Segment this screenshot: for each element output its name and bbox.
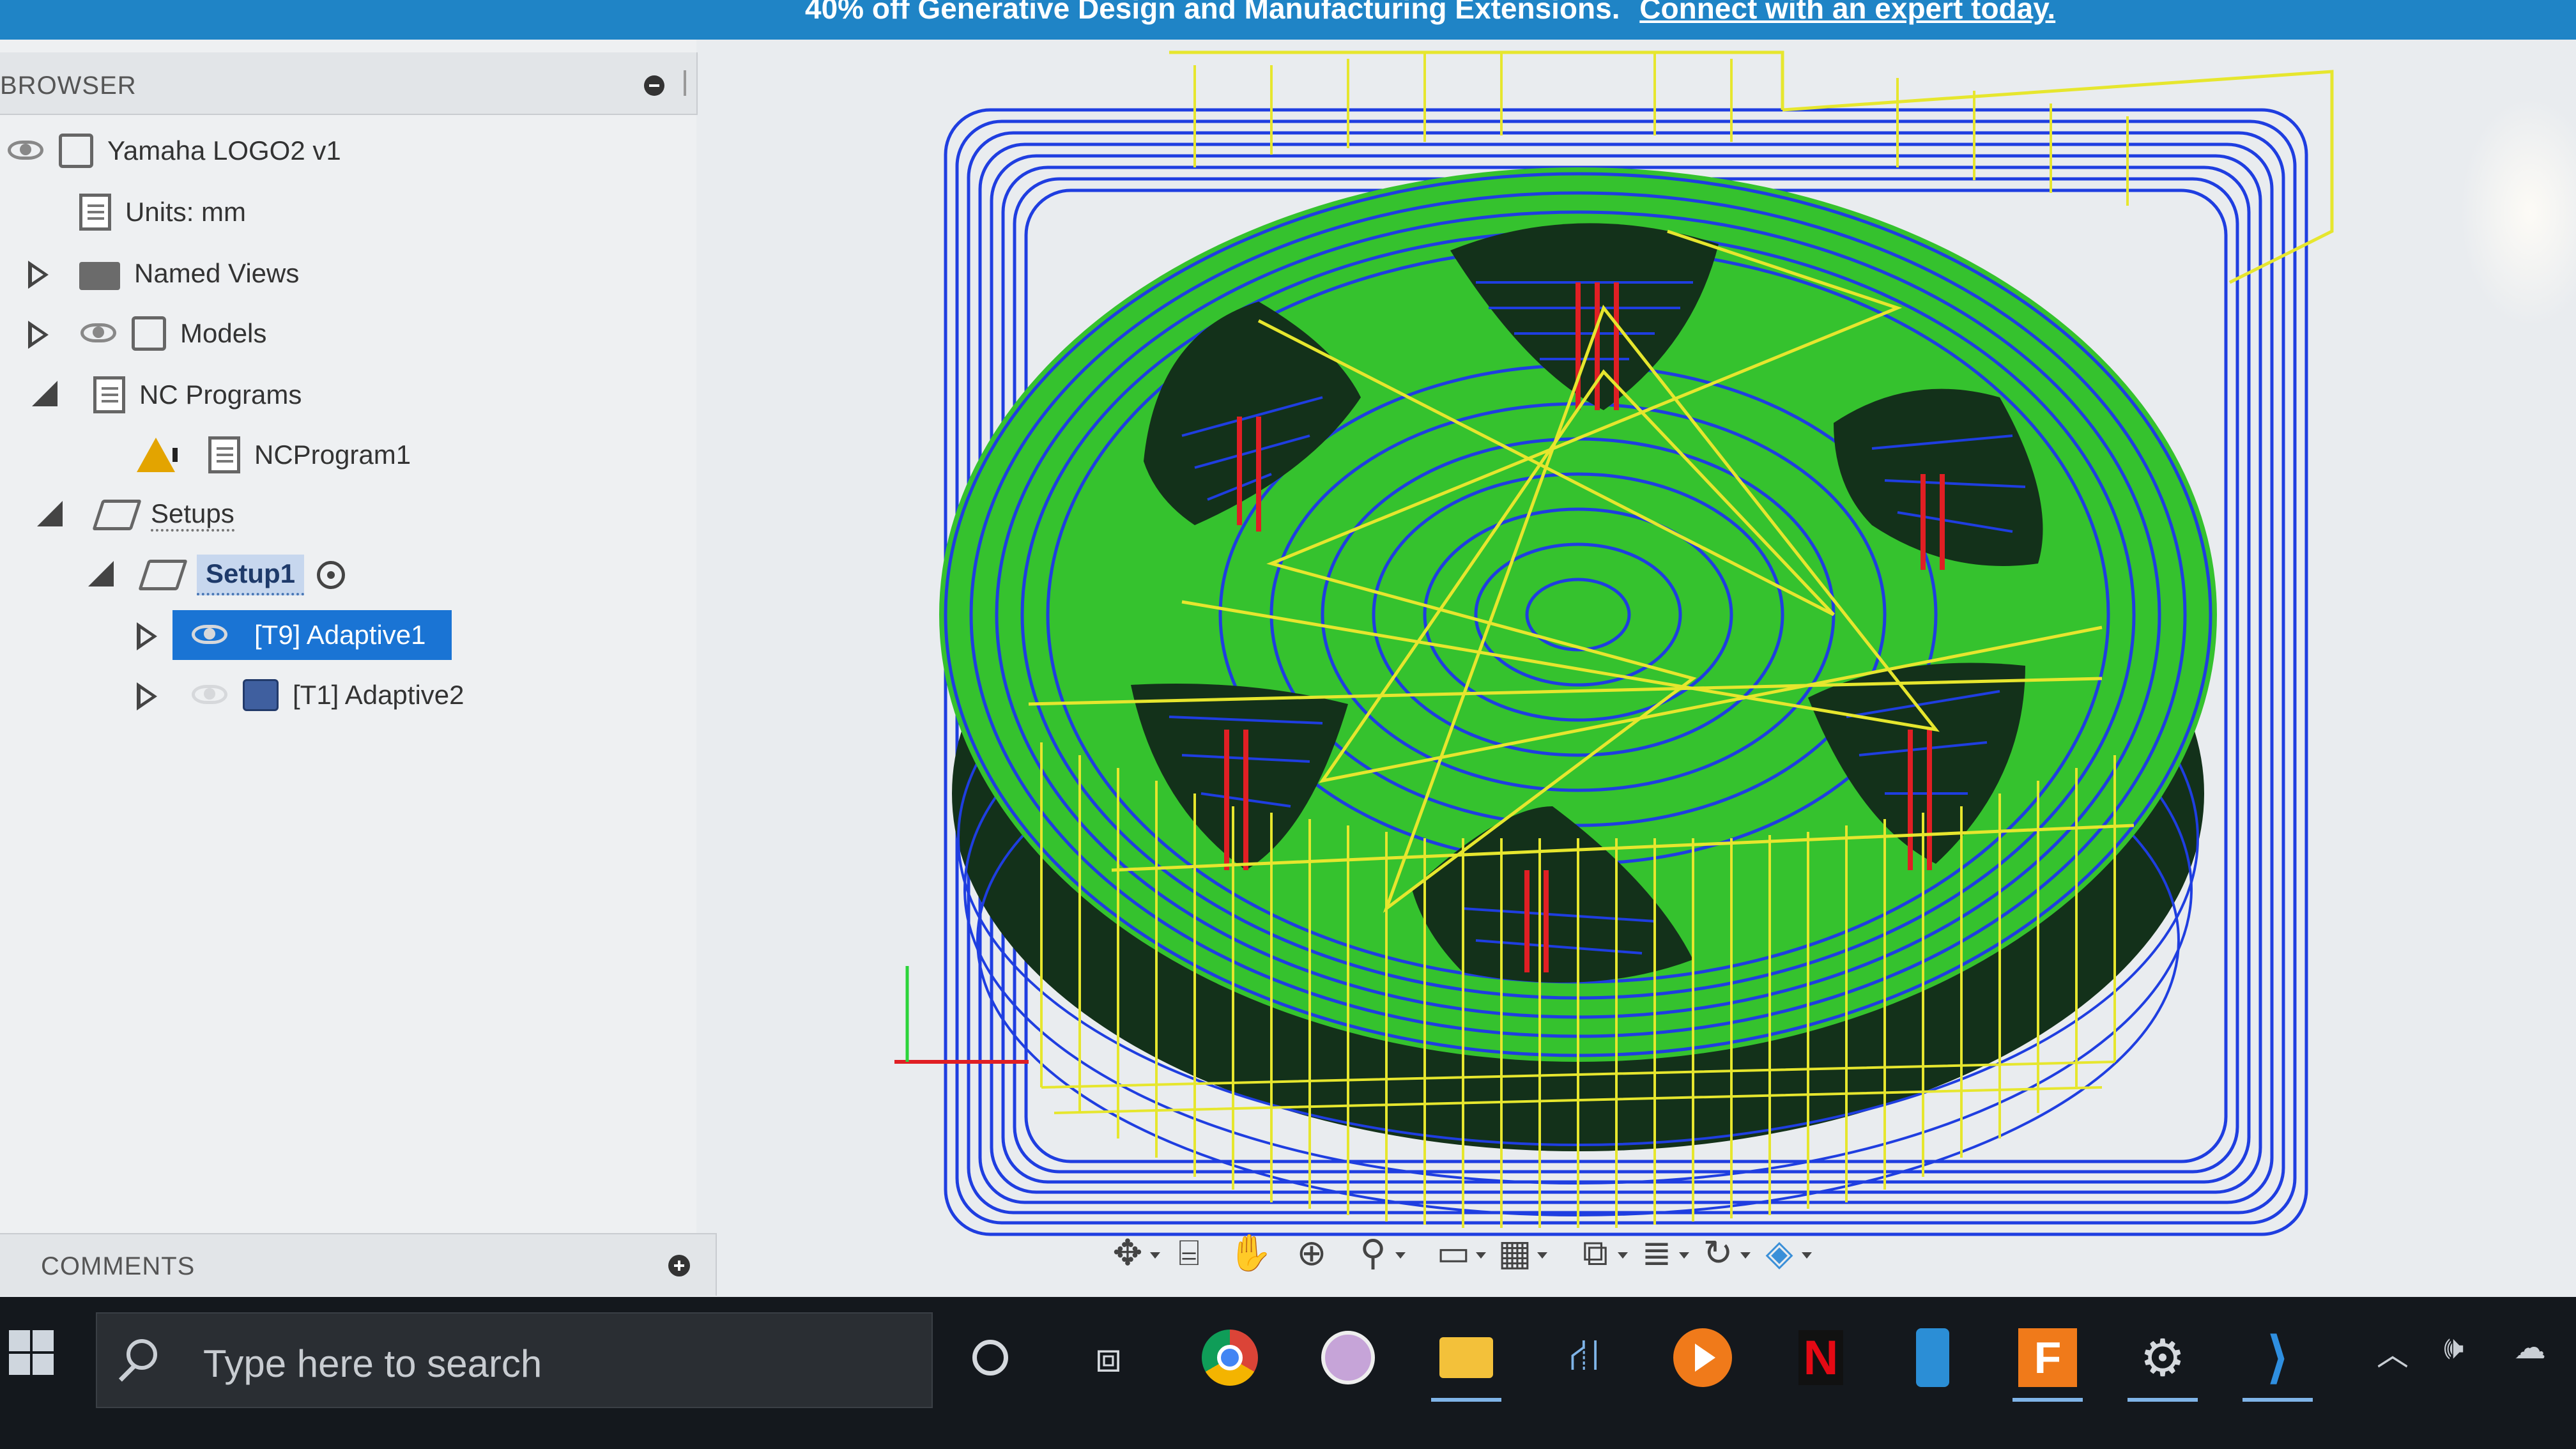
units-document-icon [79,194,111,231]
show-hidden-icons-chevron-icon[interactable]: ︿ [2377,1329,2409,1375]
canvas-viewport[interactable] [696,40,2576,1292]
panel-grip-handle[interactable] [684,70,686,96]
models-label: Models [180,318,267,348]
phone-app-icon[interactable] [1897,1322,1968,1393]
adaptive-clearing-icon [243,679,279,711]
component-icon [59,134,93,168]
orbit-icon[interactable]: ✥ [1105,1230,1160,1275]
viewports-icon[interactable]: ⧉ [1573,1230,1628,1275]
collapse-browser-button[interactable] [644,75,664,96]
adaptive1-label: [T9] Adaptive1 [254,620,426,650]
search-icon [126,1339,157,1370]
navigation-toolbar: ✥ ⌸ ✋ ⊕ ⚲ ▭ ▦ ⧉ ≣ ↻ ◈ [1105,1224,1812,1282]
tree-item-adaptive1[interactable]: [T9] Adaptive1 [134,610,452,661]
visibility-eye-icon[interactable] [190,676,229,714]
visibility-eye-icon[interactable] [6,132,45,170]
promo-text: 40% off Generative Design and Manufactur… [805,0,1620,25]
collapse-arrow-icon[interactable] [31,376,59,414]
volume-icon[interactable]: 🕪 [2444,1329,2464,1367]
named-views-label: Named Views [134,258,300,288]
vscode-icon[interactable]: ⟩ [2242,1322,2313,1402]
visibility-eye-icon[interactable] [79,314,118,353]
fusion-360-icon[interactable]: F [2012,1322,2083,1402]
expand-arrow-icon[interactable] [26,254,54,293]
document-label: Yamaha LOGO2 v1 [107,135,341,165]
adaptive2-label: [T1] Adaptive2 [293,680,464,710]
grid-icon[interactable]: ▦ [1492,1230,1547,1275]
tree-item-named-views[interactable]: Named Views [26,248,299,299]
look-at-icon[interactable]: ⌸ [1167,1230,1211,1275]
cortana-icon[interactable] [955,1322,1025,1393]
media-player-icon[interactable] [1667,1322,1738,1393]
object-visibility-icon[interactable]: ◈ [1757,1230,1812,1275]
settings-icon[interactable]: ⚙ [2128,1322,2198,1402]
windows-start-icon[interactable] [9,1330,55,1376]
zoom-icon[interactable]: ⊕ [1289,1230,1334,1275]
netflix-icon[interactable]: N [1786,1322,1856,1393]
warning-icon [137,438,178,472]
toolpath-render [894,50,2334,1236]
taskbar-search-box[interactable]: Type here to search [96,1312,933,1408]
nc-program-icon [208,436,240,473]
refresh-icon[interactable]: ↻ [1696,1230,1751,1275]
tree-item-nc-programs[interactable]: NC Programs [31,369,302,420]
expand-arrow-icon[interactable] [134,616,162,654]
windows-taskbar: Type here to search ⧈ ⛙ N F ⚙ ⟩ ︿ 🕪 ☁ [0,1297,2576,1449]
comments-title: COMMENTS [41,1252,195,1280]
promo-link[interactable]: Connect with an expert today. [1639,0,2055,25]
onedrive-cloud-icon[interactable]: ☁ [2514,1329,2546,1366]
chrome-icon[interactable] [1195,1322,1265,1393]
nc-program-icon [93,376,125,413]
nc-programs-label: NC Programs [139,379,302,410]
activate-setup-icon[interactable] [317,561,346,589]
expand-arrow-icon[interactable] [134,676,162,714]
promo-banner: 40% off Generative Design and Manufactur… [0,0,2576,40]
tree-item-units[interactable]: Units: mm [79,187,246,238]
browser-panel: BROWSER Yamaha LOGO2 v1 Units: mm Named … [0,40,698,1247]
file-explorer-icon[interactable] [1431,1322,1501,1402]
setups-label: Setups [151,498,234,532]
tree-item-setups[interactable]: Setups [36,489,234,540]
tree-item-models[interactable]: Models [26,308,266,359]
units-label: Units: mm [125,197,246,227]
effects-icon[interactable]: ≣ [1634,1230,1689,1275]
search-placeholder: Type here to search [203,1342,542,1385]
network-app-icon[interactable]: ⛙ [1549,1322,1620,1393]
folder-icon [79,262,120,290]
tree-item-document[interactable]: Yamaha LOGO2 v1 [6,125,341,176]
display-settings-icon[interactable]: ▭ [1431,1230,1486,1275]
browser-header: BROWSER [0,52,698,115]
expand-arrow-icon[interactable] [26,314,54,353]
component-icon [132,316,166,351]
tree-item-adaptive2[interactable]: [T1] Adaptive2 [134,670,464,721]
add-comment-button[interactable] [668,1255,690,1276]
setups-folder-icon [92,500,142,530]
tree-item-setup1[interactable]: Setup1 [87,549,359,601]
collapse-arrow-icon[interactable] [36,496,64,534]
tree-item-ncprogram1[interactable]: NCProgram1 [137,429,411,480]
visibility-eye-icon[interactable] [190,616,229,654]
pan-icon[interactable]: ✋ [1228,1230,1273,1275]
task-view-icon[interactable]: ⧈ [1073,1322,1144,1393]
podcast-app-icon[interactable] [1313,1322,1383,1393]
browser-title: BROWSER [0,72,137,100]
ncprogram1-label: NCProgram1 [254,440,411,470]
setup-icon [138,560,188,590]
setup1-label: Setup1 [197,555,305,595]
comments-panel: COMMENTS [0,1233,717,1296]
fit-icon[interactable]: ⚲ [1351,1230,1406,1275]
collapse-arrow-icon[interactable] [87,556,115,594]
